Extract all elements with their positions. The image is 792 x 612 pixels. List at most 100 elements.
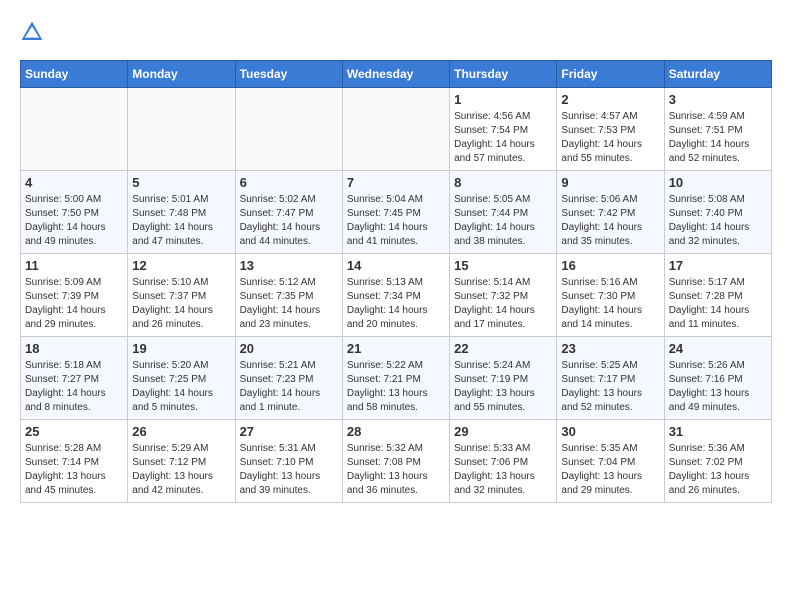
weekday-header-row: SundayMondayTuesdayWednesdayThursdayFrid… — [21, 61, 772, 88]
day-number: 31 — [669, 424, 767, 439]
day-number: 15 — [454, 258, 552, 273]
calendar-cell: 16 Sunrise: 5:16 AM Sunset: 7:30 PM Dayli… — [557, 254, 664, 337]
calendar-cell: 5 Sunrise: 5:01 AM Sunset: 7:48 PM Daylig… — [128, 171, 235, 254]
day-info: Sunrise: 5:20 AM Sunset: 7:25 PM Dayligh… — [132, 359, 230, 415]
logo — [20, 20, 48, 44]
calendar-cell: 9Sunrise: 5:06 AM Sunset: 7:42 PM Daylig… — [557, 171, 664, 254]
day-number: 8 — [454, 175, 552, 190]
day-info: Sunrise: 5:33 AM Sunset: 7:06 PM Dayligh… — [454, 442, 552, 498]
calendar-cell: 21Sunrise: 5:22 AM Sunset: 7:21 PM Dayli… — [342, 337, 449, 420]
calendar-cell: 8 Sunrise: 5:05 AM Sunset: 7:44 PM Daylig… — [450, 171, 557, 254]
calendar-cell: 15Sunrise: 5:14 AM Sunset: 7:32 PM Dayli… — [450, 254, 557, 337]
calendar-cell — [21, 88, 128, 171]
day-number: 14 — [347, 258, 445, 273]
day-info: Sunrise: 5:25 AM Sunset: 7:17 PM Dayligh… — [561, 359, 659, 415]
day-number: 24 — [669, 341, 767, 356]
calendar-cell: 27 Sunrise: 5:31 AM Sunset: 7:10 PM Dayli… — [235, 420, 342, 503]
calendar-table: SundayMondayTuesdayWednesdayThursdayFrid… — [20, 60, 772, 503]
calendar-cell: 12 Sunrise: 5:10 AM Sunset: 7:37 PM Dayli… — [128, 254, 235, 337]
day-number: 10 — [669, 175, 767, 190]
day-number: 1 — [454, 92, 552, 107]
calendar-cell: 7 Sunrise: 5:04 AM Sunset: 7:45 PM Daylig… — [342, 171, 449, 254]
calendar-cell: 18 Sunrise: 5:18 AM Sunset: 7:27 PM Dayli… — [21, 337, 128, 420]
calendar-cell: 23 Sunrise: 5:25 AM Sunset: 7:17 PM Dayli… — [557, 337, 664, 420]
day-number: 9 — [561, 175, 659, 190]
calendar-cell: 3 Sunrise: 4:59 AM Sunset: 7:51 PM Daylig… — [664, 88, 771, 171]
week-row-3: 11 Sunrise: 5:09 AM Sunset: 7:39 PM Dayli… — [21, 254, 772, 337]
day-info: Sunrise: 5:26 AM Sunset: 7:16 PM Dayligh… — [669, 359, 767, 415]
weekday-header-monday: Monday — [128, 61, 235, 88]
day-number: 5 — [132, 175, 230, 190]
day-info: Sunrise: 5:35 AM Sunset: 7:04 PM Dayligh… — [561, 442, 659, 498]
calendar-cell — [235, 88, 342, 171]
calendar-cell: 19 Sunrise: 5:20 AM Sunset: 7:25 PM Dayli… — [128, 337, 235, 420]
weekday-header-friday: Friday — [557, 61, 664, 88]
day-number: 28 — [347, 424, 445, 439]
calendar-cell: 29 Sunrise: 5:33 AM Sunset: 7:06 PM Dayli… — [450, 420, 557, 503]
calendar-cell: 30 Sunrise: 5:35 AM Sunset: 7:04 PM Dayli… — [557, 420, 664, 503]
day-info: Sunrise: 5:01 AM Sunset: 7:48 PM Dayligh… — [132, 193, 230, 249]
page-header — [20, 20, 772, 44]
calendar-cell: 31 Sunrise: 5:36 AM Sunset: 7:02 PM Dayli… — [664, 420, 771, 503]
calendar-cell: 1Sunrise: 4:56 AM Sunset: 7:54 PM Daylig… — [450, 88, 557, 171]
calendar-cell: 13 Sunrise: 5:12 AM Sunset: 7:35 PM Dayli… — [235, 254, 342, 337]
day-info: Sunrise: 5:29 AM Sunset: 7:12 PM Dayligh… — [132, 442, 230, 498]
day-number: 13 — [240, 258, 338, 273]
weekday-header-thursday: Thursday — [450, 61, 557, 88]
day-number: 26 — [132, 424, 230, 439]
day-info: Sunrise: 5:31 AM Sunset: 7:10 PM Dayligh… — [240, 442, 338, 498]
day-info: Sunrise: 5:04 AM Sunset: 7:45 PM Dayligh… — [347, 193, 445, 249]
day-number: 16 — [561, 258, 659, 273]
day-number: 20 — [240, 341, 338, 356]
day-info: Sunrise: 5:16 AM Sunset: 7:30 PM Dayligh… — [561, 276, 659, 332]
day-info: Sunrise: 5:36 AM Sunset: 7:02 PM Dayligh… — [669, 442, 767, 498]
day-number: 6 — [240, 175, 338, 190]
day-number: 12 — [132, 258, 230, 273]
day-info: Sunrise: 5:13 AM Sunset: 7:34 PM Dayligh… — [347, 276, 445, 332]
weekday-header-sunday: Sunday — [21, 61, 128, 88]
weekday-header-wednesday: Wednesday — [342, 61, 449, 88]
calendar-cell — [342, 88, 449, 171]
day-number: 11 — [25, 258, 123, 273]
day-number: 4 — [25, 175, 123, 190]
day-info: Sunrise: 5:08 AM Sunset: 7:40 PM Dayligh… — [669, 193, 767, 249]
day-info: Sunrise: 5:32 AM Sunset: 7:08 PM Dayligh… — [347, 442, 445, 498]
day-number: 30 — [561, 424, 659, 439]
day-number: 17 — [669, 258, 767, 273]
day-number: 23 — [561, 341, 659, 356]
day-number: 29 — [454, 424, 552, 439]
day-info: Sunrise: 5:18 AM Sunset: 7:27 PM Dayligh… — [25, 359, 123, 415]
day-info: Sunrise: 5:05 AM Sunset: 7:44 PM Dayligh… — [454, 193, 552, 249]
day-info: Sunrise: 4:57 AM Sunset: 7:53 PM Dayligh… — [561, 110, 659, 166]
day-info: Sunrise: 5:09 AM Sunset: 7:39 PM Dayligh… — [25, 276, 123, 332]
calendar-cell: 25Sunrise: 5:28 AM Sunset: 7:14 PM Dayli… — [21, 420, 128, 503]
calendar-cell: 4 Sunrise: 5:00 AM Sunset: 7:50 PM Daylig… — [21, 171, 128, 254]
calendar-cell: 28 Sunrise: 5:32 AM Sunset: 7:08 PM Dayli… — [342, 420, 449, 503]
day-info: Sunrise: 4:59 AM Sunset: 7:51 PM Dayligh… — [669, 110, 767, 166]
day-number: 18 — [25, 341, 123, 356]
calendar-cell — [128, 88, 235, 171]
day-info: Sunrise: 5:12 AM Sunset: 7:35 PM Dayligh… — [240, 276, 338, 332]
day-info: Sunrise: 5:00 AM Sunset: 7:50 PM Dayligh… — [25, 193, 123, 249]
day-number: 21 — [347, 341, 445, 356]
weekday-header-tuesday: Tuesday — [235, 61, 342, 88]
calendar-cell: 10 Sunrise: 5:08 AM Sunset: 7:40 PM Dayli… — [664, 171, 771, 254]
week-row-5: 25Sunrise: 5:28 AM Sunset: 7:14 PM Dayli… — [21, 420, 772, 503]
day-info: Sunrise: 5:21 AM Sunset: 7:23 PM Dayligh… — [240, 359, 338, 415]
calendar-cell: 2 Sunrise: 4:57 AM Sunset: 7:53 PM Daylig… — [557, 88, 664, 171]
day-number: 22 — [454, 341, 552, 356]
calendar-cell: 14 Sunrise: 5:13 AM Sunset: 7:34 PM Dayli… — [342, 254, 449, 337]
calendar-cell: 17Sunrise: 5:17 AM Sunset: 7:28 PM Dayli… — [664, 254, 771, 337]
day-info: Sunrise: 5:10 AM Sunset: 7:37 PM Dayligh… — [132, 276, 230, 332]
calendar-cell: 24 Sunrise: 5:26 AM Sunset: 7:16 PM Dayli… — [664, 337, 771, 420]
day-number: 19 — [132, 341, 230, 356]
day-number: 7 — [347, 175, 445, 190]
day-info: Sunrise: 5:02 AM Sunset: 7:47 PM Dayligh… — [240, 193, 338, 249]
day-info: Sunrise: 5:28 AM Sunset: 7:14 PM Dayligh… — [25, 442, 123, 498]
calendar-cell: 22Sunrise: 5:24 AM Sunset: 7:19 PM Dayli… — [450, 337, 557, 420]
day-number: 2 — [561, 92, 659, 107]
day-number: 3 — [669, 92, 767, 107]
calendar-cell: 20 Sunrise: 5:21 AM Sunset: 7:23 PM Dayli… — [235, 337, 342, 420]
day-number: 27 — [240, 424, 338, 439]
week-row-1: 1Sunrise: 4:56 AM Sunset: 7:54 PM Daylig… — [21, 88, 772, 171]
